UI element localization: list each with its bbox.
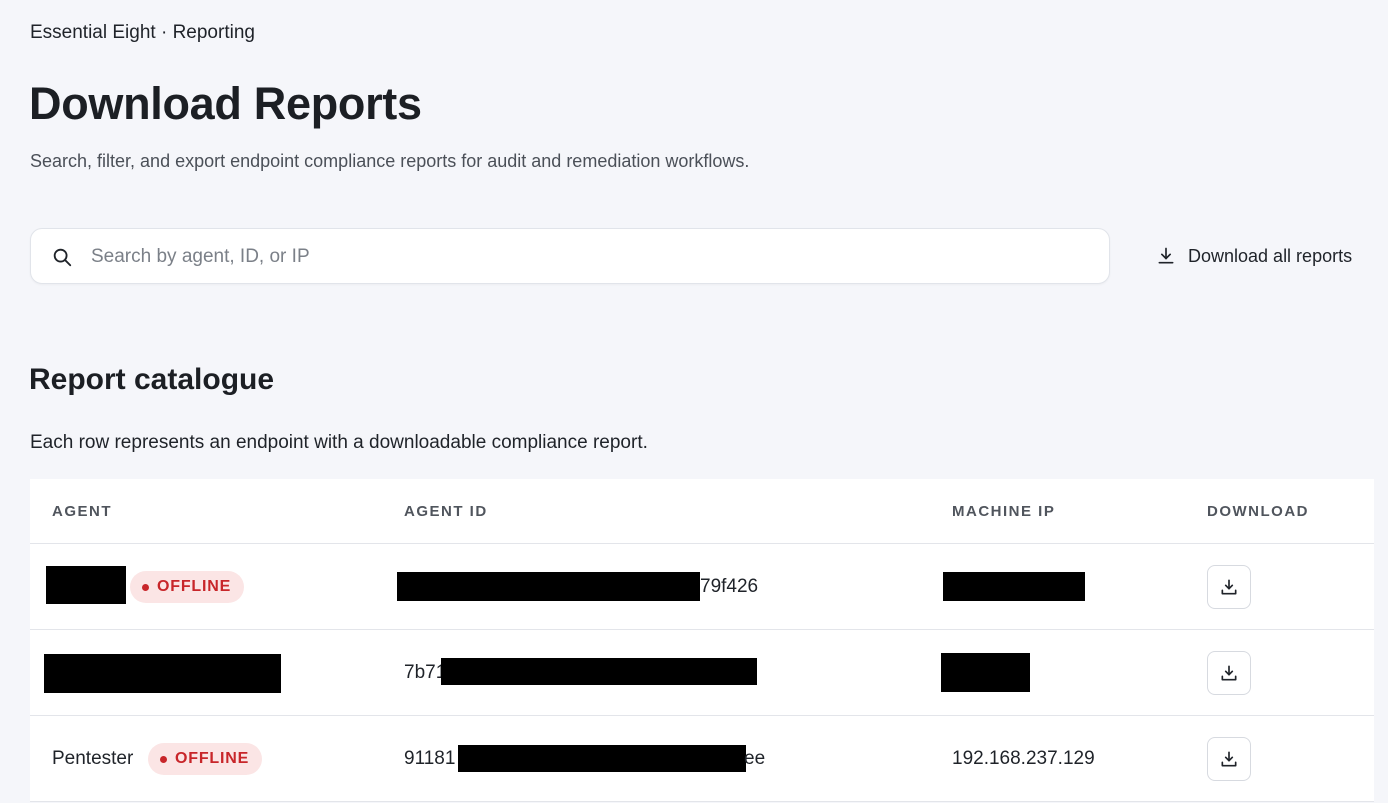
column-header-machine-ip: MACHINE IP [952,503,1056,520]
download-icon [1221,665,1237,681]
agent-id-prefix: 7b71 [404,662,447,683]
table-header: AGENT AGENT ID MACHINE IP DOWNLOAD [30,479,1374,544]
redacted-machine-ip [943,572,1085,601]
status-badge: OFFLINE [130,571,245,603]
search-bar[interactable] [30,228,1110,285]
status-dot-icon [142,583,149,591]
page-subtitle: Search, filter, and export endpoint comp… [30,151,750,171]
column-header-download: DOWNLOAD [1207,503,1309,520]
column-header-agent: AGENT [52,503,112,520]
redacted-agent-name [46,566,126,604]
download-icon [1221,579,1237,595]
breadcrumb: Essential Eight · Reporting [30,22,255,43]
section-description: Each row represents an endpoint with a d… [30,432,648,453]
download-icon [1158,247,1174,264]
redacted-agent-id [441,658,757,685]
table-row: 7b71 [30,630,1374,716]
agent-id-prefix: 91181 [404,748,456,769]
machine-ip: 192.168.237.129 [952,748,1095,769]
agent-name: Pentester [52,748,134,769]
report-table: AGENT AGENT ID MACHINE IP DOWNLOAD OFFLI… [30,479,1374,802]
download-reports-page: Essential Eight · Reporting Download Rep… [0,0,1388,803]
agent-id-suffix: 79f426 [700,576,759,597]
download-all-label: Download all reports [1188,245,1353,266]
page-title: Download Reports [29,78,422,129]
table-row: Pentester OFFLINE 91181 ee 192.168.237.1… [30,716,1374,802]
redacted-agent-name [44,654,281,693]
status-label: OFFLINE [175,750,250,767]
download-icon [1221,751,1237,767]
section-title: Report catalogue [29,363,275,396]
status-badge: OFFLINE [148,743,263,775]
redacted-agent-id [458,745,746,772]
status-dot-icon [160,755,167,763]
redacted-agent-id [397,572,700,601]
column-header-agent-id: AGENT ID [404,503,488,520]
status-label: OFFLINE [157,578,232,595]
search-input[interactable] [89,229,1093,285]
row-download-button[interactable] [1207,565,1251,609]
row-download-button[interactable] [1207,737,1251,781]
download-all-reports-button[interactable]: Download all reports [1150,238,1358,274]
table-row: OFFLINE 79f426 [30,544,1374,630]
redacted-machine-ip [941,653,1030,692]
search-icon [53,248,72,267]
row-download-button[interactable] [1207,651,1251,695]
agent-id-suffix: ee [744,748,766,769]
